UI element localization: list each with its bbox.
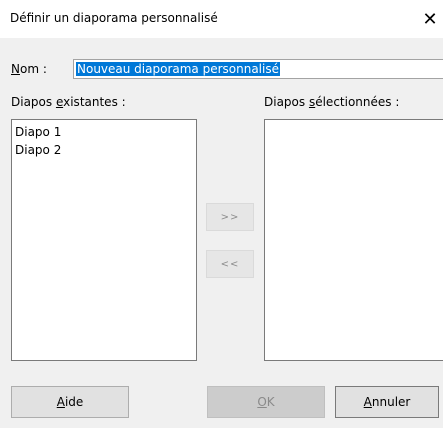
add-slide-button[interactable]: >>: [206, 203, 254, 231]
existing-slides-label-post: xistantes :: [63, 95, 126, 109]
list-item[interactable]: Diapo 1: [12, 123, 196, 141]
name-label-rest: om :: [19, 62, 47, 76]
selected-slides-label-post: électionnées :: [315, 95, 400, 109]
list-item[interactable]: Diapo 2: [12, 141, 196, 159]
cancel-button-label: nnuler: [371, 395, 411, 409]
existing-slides-list[interactable]: Diapo 1 Diapo 2: [11, 119, 197, 361]
existing-slides-label: Diapos existantes :: [11, 95, 126, 109]
ok-button[interactable]: OK: [207, 386, 325, 418]
selected-slides-list[interactable]: [264, 119, 443, 361]
name-label: Nom :: [11, 62, 47, 76]
selected-slides-label-pre: Diapos: [264, 95, 309, 109]
selected-slides-label: Diapos sélectionnées :: [264, 95, 399, 109]
name-input[interactable]: Nouveau diaporama personnalisé: [73, 59, 443, 79]
name-label-access-key: N: [11, 62, 20, 76]
ok-button-access-key: O: [257, 395, 267, 409]
ok-button-label: K: [266, 395, 275, 409]
help-button[interactable]: Aide: [11, 386, 129, 418]
dialog-title: Définir un diaporama personnalisé: [10, 11, 218, 25]
remove-slide-button[interactable]: <<: [206, 250, 254, 278]
title-bar: Définir un diaporama personnalisé ✕: [0, 0, 443, 38]
cancel-button-access-key: A: [363, 395, 372, 409]
name-input-value: Nouveau diaporama personnalisé: [76, 62, 280, 76]
cancel-button[interactable]: Annuler: [335, 386, 439, 418]
help-button-access-key: A: [56, 395, 65, 409]
existing-slides-label-pre: Diapos: [11, 95, 56, 109]
help-button-label: ide: [64, 395, 84, 409]
close-icon[interactable]: ✕: [417, 0, 443, 38]
